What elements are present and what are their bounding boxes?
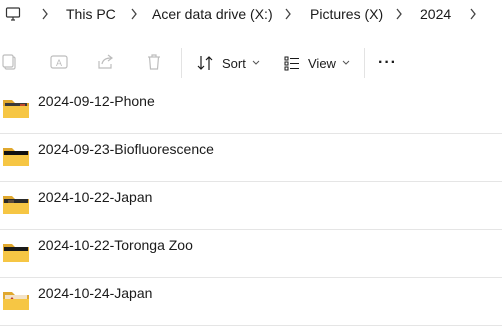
breadcrumb-2024[interactable]: 2024 <box>420 6 451 22</box>
chevron-right-icon <box>396 8 402 20</box>
view-label: View <box>308 55 336 71</box>
breadcrumb-acer-data-drive[interactable]: Acer data drive (X:) <box>152 6 273 22</box>
more-options-button[interactable]: ··· <box>378 50 397 76</box>
delete-icon[interactable] <box>144 52 164 72</box>
file-name[interactable]: 2024-10-22-Toronga Zoo <box>38 237 193 253</box>
chevron-right-icon <box>285 8 291 20</box>
sort-icon <box>197 56 213 70</box>
rename-icon[interactable]: A <box>49 52 69 72</box>
toolbar-divider <box>181 48 182 78</box>
sort-button[interactable]: Sort <box>196 50 260 76</box>
chevron-right-icon <box>42 8 48 20</box>
file-name[interactable]: 2024-10-24-Japan <box>38 285 152 301</box>
view-list-icon <box>284 56 299 71</box>
folder-icon <box>3 292 29 310</box>
chevron-down-icon <box>342 60 350 65</box>
command-bar: A Sort View ··· <box>0 38 502 87</box>
list-item[interactable]: 2024-10-22-Japan <box>0 182 502 230</box>
list-item[interactable]: 2024-10-24-Japan <box>0 278 502 326</box>
list-item[interactable]: 2024-09-23-Biofluorescence <box>0 134 502 182</box>
list-item[interactable]: 2024-09-12-Phone <box>0 86 502 134</box>
toolbar-divider <box>364 48 365 78</box>
chevron-right-icon[interactable] <box>468 7 478 21</box>
chevron-down-icon <box>252 60 260 65</box>
list-item[interactable]: 2024-10-22-Toronga Zoo <box>0 230 502 278</box>
folder-icon <box>3 148 29 166</box>
chevron-right-icon <box>131 8 137 20</box>
sort-label: Sort <box>222 55 246 71</box>
address-bar[interactable]: This PC Acer data drive (X:) Pictures (X… <box>0 0 502 30</box>
folder-icon <box>3 196 29 214</box>
breadcrumb-this-pc[interactable]: This PC <box>66 6 116 22</box>
file-name[interactable]: 2024-09-23-Biofluorescence <box>38 141 214 157</box>
copy-icon[interactable] <box>0 52 20 72</box>
file-name[interactable]: 2024-10-22-Japan <box>38 189 152 205</box>
share-icon[interactable] <box>96 52 116 72</box>
breadcrumb-pictures[interactable]: Pictures (X) <box>310 6 383 22</box>
file-name[interactable]: 2024-09-12-Phone <box>38 93 155 109</box>
more-options-icon: ··· <box>378 54 397 71</box>
folder-icon <box>3 244 29 262</box>
view-button[interactable]: View <box>284 50 350 76</box>
folder-icon <box>3 100 29 118</box>
svg-text:A: A <box>56 58 62 68</box>
monitor-icon[interactable] <box>5 6 21 22</box>
